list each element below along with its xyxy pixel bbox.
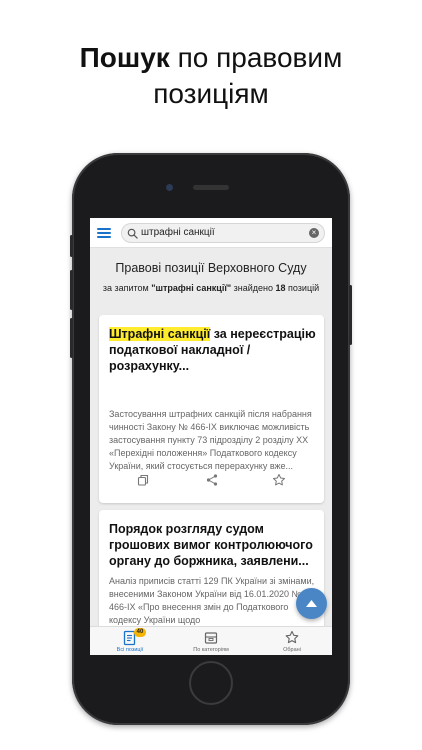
phone-side-button	[70, 235, 73, 257]
highlighted-term: Штрафні санкції	[109, 327, 211, 341]
tab-label: Обрані	[283, 647, 301, 653]
promo-title-rest: по правовим	[169, 42, 343, 73]
star-outline-icon	[285, 630, 299, 644]
search-icon	[127, 228, 138, 239]
results-heading: Правові позиції Верховного Суду	[115, 261, 307, 275]
card-actions	[99, 473, 324, 489]
bottom-navigation: 40 Всі позиції По категоріям Обрані	[90, 626, 332, 655]
tab-label: По категоріям	[193, 647, 229, 653]
tab-label: Всі позиції	[116, 647, 144, 653]
phone-volume-up	[70, 270, 73, 310]
card-title[interactable]: Порядок розгляду судом грошових вимог ко…	[109, 521, 317, 569]
result-card[interactable]: Штрафні санкції за нереєстрацію податков…	[99, 315, 324, 503]
search-input[interactable]: штрафні санкції	[141, 227, 215, 238]
promo-title-bold: Пошук	[79, 42, 170, 73]
summary-found: знайдено	[231, 283, 276, 293]
phone-power-button	[349, 285, 352, 345]
speaker-grille	[193, 185, 229, 190]
star-icon[interactable]	[272, 473, 286, 487]
tab-all-positions[interactable]: 40 Всі позиції	[90, 628, 170, 655]
count-badge: 40	[134, 628, 146, 637]
results-count: 18	[275, 283, 286, 293]
tab-favorites[interactable]: Обрані	[252, 629, 332, 655]
card-excerpt: Застосування штрафних санкцій після набр…	[109, 409, 312, 471]
promo-title-line2: позиціям	[153, 78, 269, 109]
phone-volume-down	[70, 318, 73, 358]
promo-caption: Пошук по правовим позиціям	[0, 40, 422, 112]
home-button[interactable]	[189, 661, 233, 705]
card-title[interactable]: Штрафні санкції за нереєстрацію податков…	[109, 326, 317, 374]
arrow-up-icon	[306, 600, 317, 607]
archive-box-icon	[204, 632, 218, 644]
camera-icon	[166, 184, 173, 191]
summary-query: "штрафні санкції"	[151, 283, 232, 293]
copy-icon[interactable]	[136, 473, 150, 487]
top-bar: штрафні санкції ×	[90, 218, 332, 248]
summary-prefix: за запитом	[102, 283, 152, 293]
card-excerpt: Аналіз приписів статті 129 ПК України зі…	[109, 576, 315, 625]
search-field[interactable]: штрафні санкції ×	[121, 223, 325, 243]
clear-search-icon[interactable]: ×	[309, 228, 319, 238]
scroll-to-top-button[interactable]	[296, 588, 327, 619]
summary-suffix: позицій	[285, 283, 320, 293]
tab-by-categories[interactable]: По категоріям	[171, 629, 251, 655]
app-screen: штрафні санкції × Правові позиції Верхов…	[90, 218, 332, 655]
share-icon[interactable]	[205, 473, 219, 487]
results-summary: за запитом "штрафні санкції" знайдено 18…	[100, 282, 322, 294]
hamburger-menu-icon[interactable]	[97, 228, 111, 238]
